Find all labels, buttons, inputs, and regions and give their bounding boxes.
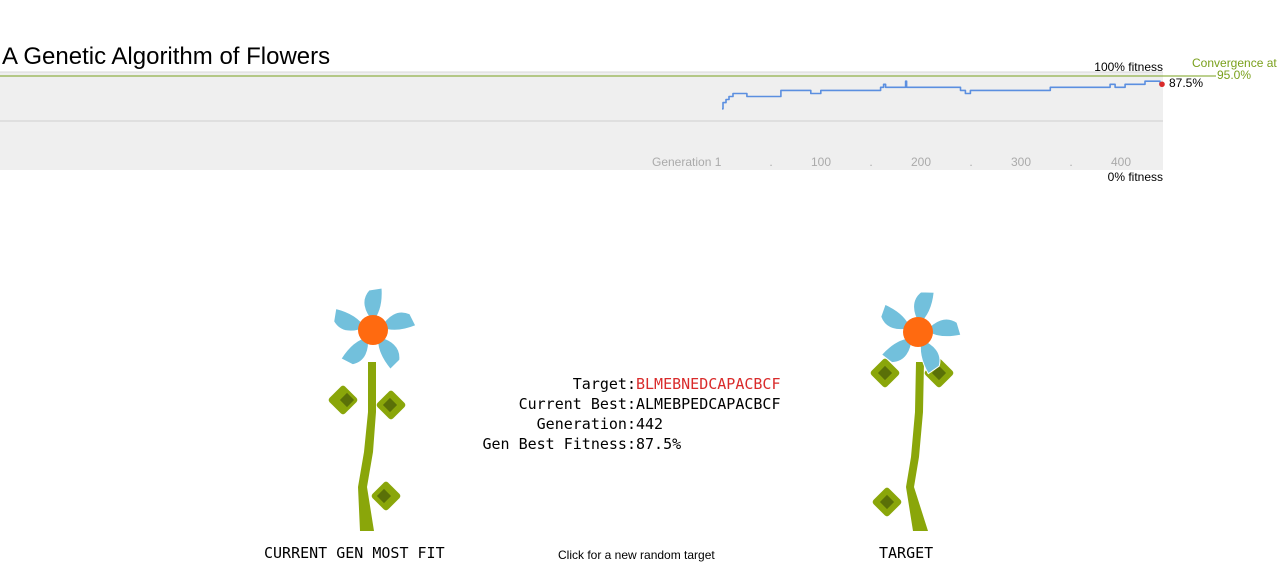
target-label: Target: bbox=[572, 375, 636, 393]
top-fitness-label: 100% fitness bbox=[1094, 60, 1163, 74]
convergence-label-2: 95.0% bbox=[1217, 68, 1251, 82]
stem bbox=[358, 362, 376, 531]
x-tick-separator: . bbox=[969, 155, 972, 169]
new-random-target-link[interactable]: Click for a new random target bbox=[558, 548, 715, 562]
target-flower[interactable] bbox=[862, 282, 974, 532]
stat-generation: Generation: 442 bbox=[420, 414, 781, 434]
x-tick-label: 400 bbox=[1111, 155, 1131, 169]
current-best-value: ALMEBPEDCAPACBCF bbox=[636, 395, 781, 413]
x-tick-label: 200 bbox=[911, 155, 931, 169]
fitness-chart: 100% fitness 0% fitness Convergence at 9… bbox=[0, 0, 1288, 200]
gen-best-fitness-label: Gen Best Fitness: bbox=[482, 435, 636, 453]
x-tick-separator: . bbox=[769, 155, 772, 169]
current-flower-caption: CURRENT GEN MOST FIT bbox=[264, 544, 445, 562]
stat-current-best: Current Best: ALMEBPEDCAPACBCF bbox=[420, 394, 781, 414]
current-best-label: Current Best: bbox=[518, 395, 636, 413]
leaf bbox=[371, 481, 401, 511]
current-flower[interactable] bbox=[318, 282, 430, 532]
gen-best-fitness-value: 87.5% bbox=[636, 435, 682, 453]
leaf bbox=[376, 390, 406, 420]
generation-value: 442 bbox=[636, 415, 664, 433]
generation-label: Generation: bbox=[536, 415, 636, 433]
current-fitness-marker bbox=[1159, 81, 1165, 88]
stat-target: Target: BLMEBNEDCAPACBCF bbox=[420, 374, 781, 394]
stem bbox=[906, 362, 928, 531]
fitness-chart-svg: 100% fitness 0% fitness Convergence at 9… bbox=[0, 56, 1277, 184]
target-flower-caption: TARGET bbox=[879, 544, 934, 562]
flower-head bbox=[333, 287, 417, 371]
bottom-fitness-label: 0% fitness bbox=[1108, 170, 1163, 184]
stats-panel: Target: BLMEBNEDCAPACBCF Current Best: A… bbox=[420, 374, 781, 454]
x-tick-label: 300 bbox=[1011, 155, 1031, 169]
current-value-label: 87.5% bbox=[1169, 76, 1203, 90]
leaf bbox=[328, 385, 358, 415]
leaf bbox=[872, 487, 902, 517]
x-tick-separator: . bbox=[1069, 155, 1072, 169]
x-tick-label: 100 bbox=[811, 155, 831, 169]
x-tick-separator: . bbox=[869, 155, 872, 169]
flower-head bbox=[880, 291, 962, 375]
target-value: BLMEBNEDCAPACBCF bbox=[636, 375, 781, 393]
stat-gen-best-fitness: Gen Best Fitness: 87.5% bbox=[420, 434, 781, 454]
x-first-label: Generation 1 bbox=[652, 155, 722, 169]
